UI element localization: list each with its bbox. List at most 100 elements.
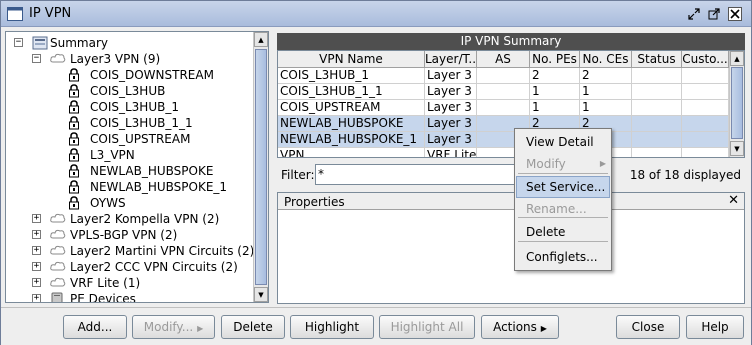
tree-item[interactable]: − Summary (6, 35, 254, 51)
table-cell (632, 84, 682, 100)
tree-item[interactable]: COIS_L3HUB_1 (6, 99, 254, 115)
table-cell: 1 (580, 100, 632, 116)
tree-item[interactable]: + Layer2 Kompella VPN (2) (6, 211, 254, 227)
collapse-icon[interactable]: − (14, 38, 23, 47)
tree-item[interactable]: + VRF Lite (1) (6, 275, 254, 291)
expand-icon[interactable]: + (32, 246, 41, 255)
title-bar[interactable]: IP VPN (1, 1, 751, 27)
displayed-count: 18 of 18 displayed (629, 168, 741, 182)
column-header[interactable]: AS (477, 51, 530, 68)
filter-input[interactable]: * (315, 164, 515, 185)
column-header[interactable]: Layer/T... (425, 51, 477, 68)
table-cell: COIS_L3HUB_1_1 (278, 84, 425, 100)
tree-item[interactable]: COIS_DOWNSTREAM (6, 67, 254, 83)
scroll-down-icon[interactable]: ▼ (730, 141, 744, 156)
tree-item-label: Layer3 VPN (9) (70, 52, 161, 66)
app-window-icon (7, 7, 23, 21)
tree-item[interactable]: NEWLAB_HUBSPOKE_1 (6, 179, 254, 195)
column-header[interactable]: VPN Name (278, 51, 425, 68)
table-cell (682, 68, 729, 84)
column-header[interactable]: No. CEs (580, 51, 632, 68)
close-button[interactable]: Close (616, 315, 680, 339)
cloud-icon (50, 52, 66, 68)
table-cell (632, 148, 682, 157)
tree-item[interactable]: COIS_L3HUB_1_1 (6, 115, 254, 131)
tree-item-label: VRF Lite (1) (70, 276, 141, 290)
scroll-up-icon[interactable]: ▲ (730, 51, 744, 66)
menu-separator (518, 173, 608, 174)
tree-item-label: Summary (50, 36, 108, 50)
table-cell: 1 (530, 84, 580, 100)
scroll-thumb[interactable] (255, 49, 267, 285)
tree-item[interactable]: − Layer3 VPN (9) (6, 51, 254, 67)
highlight-all-button[interactable]: Highlight All (379, 315, 475, 339)
cloud-icon (50, 212, 66, 228)
menu-separator (518, 241, 608, 242)
tree-item[interactable]: + VPLS-BGP VPN (2) (6, 227, 254, 243)
column-header[interactable]: Custo... (682, 51, 729, 68)
vpn-tree[interactable]: − Summary − Layer3 VPN (9) COIS_DOWNSTREAM CO… (5, 31, 269, 303)
summary-title: IP VPN Summary (277, 33, 745, 50)
modify-button[interactable]: Modify... ▶ (132, 315, 215, 339)
tree-item[interactable]: COIS_L3HUB (6, 83, 254, 99)
tree-item[interactable]: + Layer2 Martini VPN Circuits (2) (6, 243, 254, 259)
modify-button-label: Modify... (143, 320, 194, 334)
expand-icon[interactable]: + (32, 278, 41, 287)
column-header[interactable]: No. PEs (530, 51, 580, 68)
submenu-arrow-icon: ▶ (599, 159, 606, 168)
expand-icon[interactable]: + (32, 214, 41, 223)
expand-icon[interactable]: + (32, 294, 41, 302)
scroll-down-icon[interactable]: ▼ (254, 287, 268, 302)
help-button[interactable]: Help (686, 315, 744, 339)
tree-item-label: OYWS (90, 196, 126, 210)
tree-item-label: COIS_DOWNSTREAM (90, 68, 214, 82)
table-cell (682, 84, 729, 100)
tree-item[interactable]: NEWLAB_HUBSPOKE (6, 163, 254, 179)
collapse-icon[interactable]: − (32, 54, 41, 63)
table-cell (632, 100, 682, 116)
column-header[interactable]: Status (632, 51, 682, 68)
set-service-menu-item[interactable]: Set Service... (516, 176, 610, 198)
table-cell (682, 100, 729, 116)
restore-icon[interactable] (686, 6, 702, 22)
tree-item[interactable]: + Layer2 CCC VPN Circuits (2) (6, 259, 254, 275)
highlight-button[interactable]: Highlight (290, 315, 374, 339)
arrow-right-icon: ▶ (197, 324, 204, 333)
arrow-right-icon: ▶ (540, 324, 547, 333)
tree-item-label: COIS_L3HUB_1_1 (90, 116, 193, 130)
window-title: IP VPN (29, 6, 72, 21)
scroll-thumb[interactable] (731, 67, 743, 139)
table-cell: 2 (580, 68, 632, 84)
table-scrollbar[interactable]: ▲ ▼ (729, 51, 744, 157)
tree-item[interactable]: OYWS (6, 195, 254, 211)
scroll-up-icon[interactable]: ▲ (254, 32, 268, 47)
tree-item[interactable]: L3_VPN (6, 147, 254, 163)
view-detail-menu-item[interactable]: View Detail (516, 131, 610, 153)
tree-item-label: L3_VPN (90, 148, 135, 162)
modify-menu-item[interactable]: Modify ▶ (516, 153, 610, 175)
tree-item-label: NEWLAB_HUBSPOKE_1 (90, 180, 228, 194)
configlets-menu-item[interactable]: Configlets... (516, 246, 610, 268)
expand-icon[interactable]: + (32, 230, 41, 239)
cloud-icon (50, 228, 66, 244)
table-cell: Layer 3 (425, 84, 477, 100)
close-icon[interactable] (727, 6, 743, 22)
expand-icon[interactable]: + (32, 262, 41, 271)
context-menu[interactable]: View Detail Modify ▶ Set Service... Rename..… (514, 128, 612, 271)
properties-header: Properties ✕ (278, 193, 744, 210)
table-cell (682, 116, 729, 132)
vpn-summary-table[interactable]: VPN Name Layer/T... AS No. PEs No. CEs Status… (277, 50, 745, 158)
table-cell (682, 148, 729, 157)
cloud-icon (50, 260, 66, 276)
close-icon[interactable]: ✕ (728, 193, 739, 208)
cloud-icon (50, 244, 66, 260)
tree-item[interactable]: COIS_UPSTREAM (6, 131, 254, 147)
tree-item[interactable]: + PE Devices (6, 291, 254, 302)
tree-scrollbar[interactable]: ▲ ▼ (253, 32, 268, 302)
maximize-icon[interactable] (706, 6, 722, 22)
add-button[interactable]: Add... (63, 315, 127, 339)
delete-menu-item[interactable]: Delete (516, 221, 610, 243)
delete-button[interactable]: Delete (221, 315, 285, 339)
actions-button[interactable]: Actions ▶ (481, 315, 559, 339)
filter-bar: Filter: * 18 of 18 displayed (277, 161, 745, 189)
